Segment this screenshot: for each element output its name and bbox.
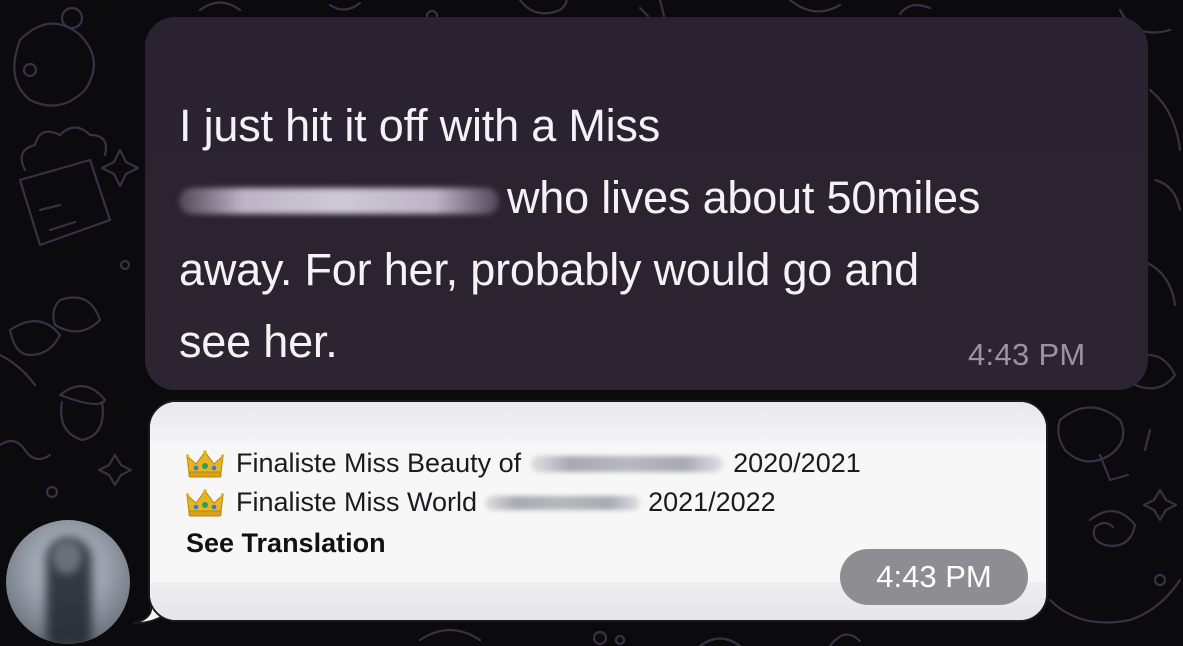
message-timestamp: 4:43 PM [968,337,1086,372]
incoming-message-text: I just hit it off with a Miss who lives … [179,90,1129,378]
redacted-text [531,455,724,472]
message-line-2: who lives about 50miles [179,162,1129,234]
title-line-2: Finaliste Miss World 2021/2022 [186,487,776,518]
avatar[interactable] [6,520,130,644]
crown-emoji-icon [186,488,224,516]
message-timestamp-pill: 4:43 PM [840,549,1028,605]
avatar-head [52,540,82,574]
redacted-text [179,188,499,215]
message-line-3: away. For her, probably would go and [179,244,919,295]
redacted-text [485,495,641,510]
crown-emoji-icon [186,449,224,477]
message-line-1: I just hit it off with a Miss [179,100,661,151]
see-translation-link[interactable]: See Translation [186,528,386,559]
chat-view: I just hit it off with a Miss who lives … [0,0,1183,646]
bubble-shading-top [150,402,1046,442]
title-line-1: Finaliste Miss Beauty of 2020/2021 [186,448,861,479]
